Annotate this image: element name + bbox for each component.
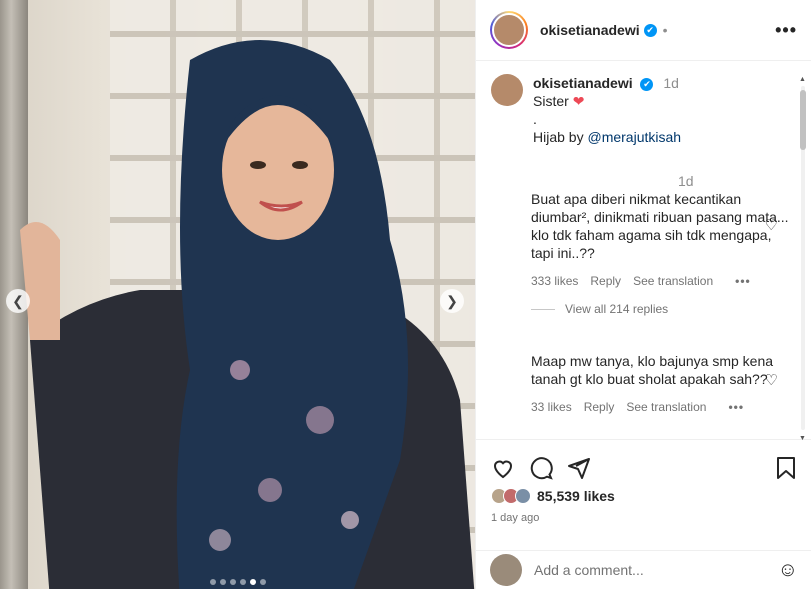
view-replies-label: View all 214 replies bbox=[565, 302, 669, 316]
current-user-avatar bbox=[490, 554, 522, 586]
carousel-indicator bbox=[0, 579, 475, 585]
caption-body: okisetianadewi ✔ 1d Sister ❤ . Hijab by … bbox=[533, 74, 681, 146]
emoji-icon[interactable]: ☺ bbox=[778, 559, 798, 582]
comments-list[interactable]: okisetianadewi ✔ 1d Sister ❤ . Hijab by … bbox=[476, 62, 811, 440]
add-comment-bar: Add a comment... ☺ bbox=[476, 550, 811, 589]
comment-likes[interactable]: 33 likes bbox=[531, 398, 572, 416]
share-icon[interactable] bbox=[567, 456, 591, 483]
comment-likes[interactable]: 333 likes bbox=[531, 272, 578, 290]
comment-text: Buat apa diberi nikmat kecantikan diumba… bbox=[531, 191, 789, 261]
comment-time: 1d bbox=[678, 173, 694, 189]
comment-more-button[interactable]: ••• bbox=[735, 272, 751, 290]
likes-summary[interactable]: 85,539 likes bbox=[491, 488, 615, 504]
woman-in-hijab bbox=[20, 40, 475, 589]
comment-heart-icon[interactable]: ♡ bbox=[765, 371, 778, 389]
avatar[interactable] bbox=[492, 13, 526, 47]
caption-time: 1d bbox=[663, 75, 679, 91]
heart-emoji-icon: ❤ bbox=[572, 93, 585, 109]
caption-text: Hijab by bbox=[533, 129, 584, 145]
mention-link[interactable]: @merajutkisah bbox=[587, 129, 681, 145]
post-sidebar: okisetianadewi ✔ • ••• okisetianadewi ✔ … bbox=[475, 0, 811, 589]
comment-item: Maap mw tanya, klo bajunya smp kena tana… bbox=[531, 352, 791, 416]
replies-line bbox=[531, 308, 555, 310]
story-ring[interactable] bbox=[490, 11, 528, 49]
liker-avatars bbox=[491, 488, 531, 504]
comment-meta: 33 likes Reply See translation ••• bbox=[531, 398, 791, 416]
more-options-button[interactable]: ••• bbox=[775, 20, 797, 41]
comment-item: 1d Buat apa diberi nikmat kecantikan diu… bbox=[531, 173, 791, 290]
verified-icon: ✔ bbox=[643, 23, 657, 37]
caption-text: Sister bbox=[533, 93, 569, 109]
carousel-dot-active bbox=[249, 579, 256, 585]
carousel-dot bbox=[229, 579, 236, 585]
caption-text: . bbox=[533, 111, 537, 127]
comment-icon[interactable] bbox=[529, 456, 553, 483]
posted-time[interactable]: 1 day ago bbox=[491, 512, 539, 524]
comment-meta: 333 likes Reply See translation ••• bbox=[531, 272, 791, 290]
comment-heart-icon[interactable]: ♡ bbox=[765, 216, 778, 234]
see-translation-button[interactable]: See translation bbox=[626, 398, 706, 416]
carousel-prev-button[interactable]: ❮ bbox=[6, 289, 30, 313]
scroll-up-icon[interactable]: ▲ bbox=[799, 76, 806, 83]
caption: okisetianadewi ✔ 1d Sister ❤ . Hijab by … bbox=[491, 74, 681, 146]
carousel-dot bbox=[219, 579, 226, 585]
separator-dot: • bbox=[662, 22, 668, 38]
action-bar bbox=[491, 455, 797, 483]
comment-text: Maap mw tanya, klo bajunya smp kena tana… bbox=[531, 353, 774, 387]
carousel-next-button[interactable]: ❯ bbox=[440, 289, 464, 313]
comment-more-button[interactable]: ••• bbox=[728, 398, 744, 416]
chevron-left-icon: ❮ bbox=[12, 292, 24, 309]
post-header: okisetianadewi ✔ • ••• bbox=[476, 0, 811, 61]
liker-avatar bbox=[515, 488, 531, 504]
reply-button[interactable]: Reply bbox=[590, 272, 621, 290]
caption-username[interactable]: okisetianadewi bbox=[533, 75, 633, 91]
add-comment-input[interactable]: Add a comment... bbox=[534, 562, 644, 578]
carousel-dot bbox=[239, 579, 246, 585]
post-image[interactable]: ❮ ❯ bbox=[0, 0, 475, 589]
reply-button[interactable]: Reply bbox=[584, 398, 615, 416]
username[interactable]: okisetianadewi bbox=[540, 22, 640, 38]
likes-count[interactable]: 85,539 likes bbox=[537, 488, 615, 504]
scroll-down-icon[interactable]: ▼ bbox=[799, 435, 806, 442]
scroll-thumb[interactable] bbox=[800, 90, 806, 150]
verified-icon: ✔ bbox=[640, 77, 654, 91]
carousel-dot bbox=[259, 579, 266, 585]
comments-scrollbar[interactable]: ▲ ▼ bbox=[799, 76, 807, 442]
view-replies-button[interactable]: View all 214 replies bbox=[531, 302, 668, 316]
carousel-dot bbox=[209, 579, 216, 585]
chevron-right-icon: ❯ bbox=[446, 292, 458, 309]
bookmark-icon[interactable] bbox=[775, 456, 797, 483]
see-translation-button[interactable]: See translation bbox=[633, 272, 713, 290]
heart-icon[interactable] bbox=[491, 456, 515, 483]
avatar[interactable] bbox=[491, 74, 523, 106]
